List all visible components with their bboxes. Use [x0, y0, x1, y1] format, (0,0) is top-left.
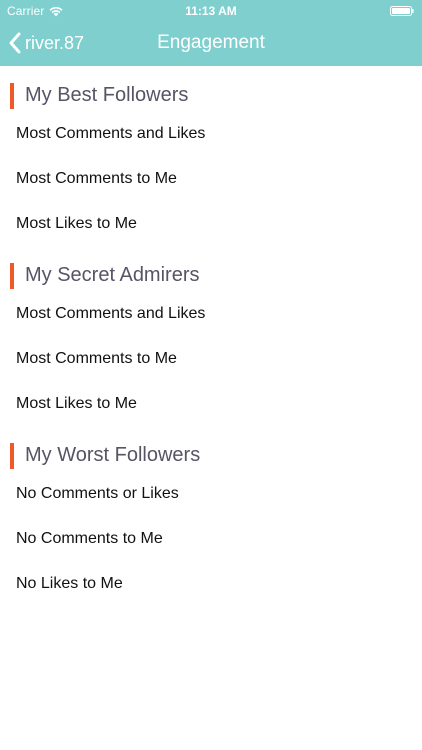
- back-button[interactable]: river.87: [8, 29, 84, 57]
- section-accent-bar: [10, 263, 14, 289]
- app-header: Carrier 11:13 AM river.87 Engagement: [0, 0, 422, 66]
- section-secret-admirers: My Secret Admirers Most Comments and Lik…: [0, 246, 422, 426]
- section-header: My Best Followers: [0, 82, 422, 110]
- option-most-likes-to-me[interactable]: Most Likes to Me: [0, 204, 422, 244]
- option-no-comments-to-me[interactable]: No Comments to Me: [0, 519, 422, 559]
- engagement-screen: Carrier 11:13 AM river.87 Engagement My …: [0, 0, 422, 750]
- status-time: 11:13 AM: [185, 4, 237, 18]
- section-header: My Worst Followers: [0, 442, 422, 470]
- section-title: My Best Followers: [25, 84, 189, 106]
- back-button-label: river.87: [25, 32, 85, 53]
- section-title: My Worst Followers: [25, 444, 201, 466]
- section-title: My Secret Admirers: [25, 264, 200, 286]
- section-accent-bar: [10, 83, 14, 109]
- option-label: No Comments to Me: [16, 530, 163, 547]
- engagement-list: My Best Followers Most Comments and Like…: [0, 66, 422, 606]
- option-most-comments-and-likes[interactable]: Most Comments and Likes: [0, 294, 422, 334]
- section-worst-followers: My Worst Followers No Comments or Likes …: [0, 426, 422, 606]
- option-label: Most Likes to Me: [16, 395, 137, 412]
- chevron-left-icon: [9, 32, 21, 54]
- status-bar: Carrier 11:13 AM: [0, 0, 422, 22]
- option-label: Most Comments to Me: [16, 350, 177, 367]
- option-no-likes-to-me[interactable]: No Likes to Me: [0, 564, 422, 604]
- option-label: Most Comments and Likes: [16, 305, 206, 322]
- section-accent-bar: [10, 443, 14, 469]
- navigation-bar: river.87 Engagement: [0, 22, 422, 66]
- option-label: No Likes to Me: [16, 575, 123, 592]
- option-most-comments-and-likes[interactable]: Most Comments and Likes: [0, 114, 422, 154]
- battery-icon: [390, 6, 414, 16]
- option-label: Most Comments to Me: [16, 170, 177, 187]
- option-most-comments-to-me[interactable]: Most Comments to Me: [0, 339, 422, 379]
- section-header: My Secret Admirers: [0, 262, 422, 290]
- option-label: No Comments or Likes: [16, 485, 179, 502]
- option-most-comments-to-me[interactable]: Most Comments to Me: [0, 159, 422, 199]
- option-label: Most Comments and Likes: [16, 125, 206, 142]
- option-label: Most Likes to Me: [16, 215, 137, 232]
- section-best-followers: My Best Followers Most Comments and Like…: [0, 66, 422, 246]
- option-no-comments-or-likes[interactable]: No Comments or Likes: [0, 474, 422, 514]
- option-most-likes-to-me[interactable]: Most Likes to Me: [0, 384, 422, 424]
